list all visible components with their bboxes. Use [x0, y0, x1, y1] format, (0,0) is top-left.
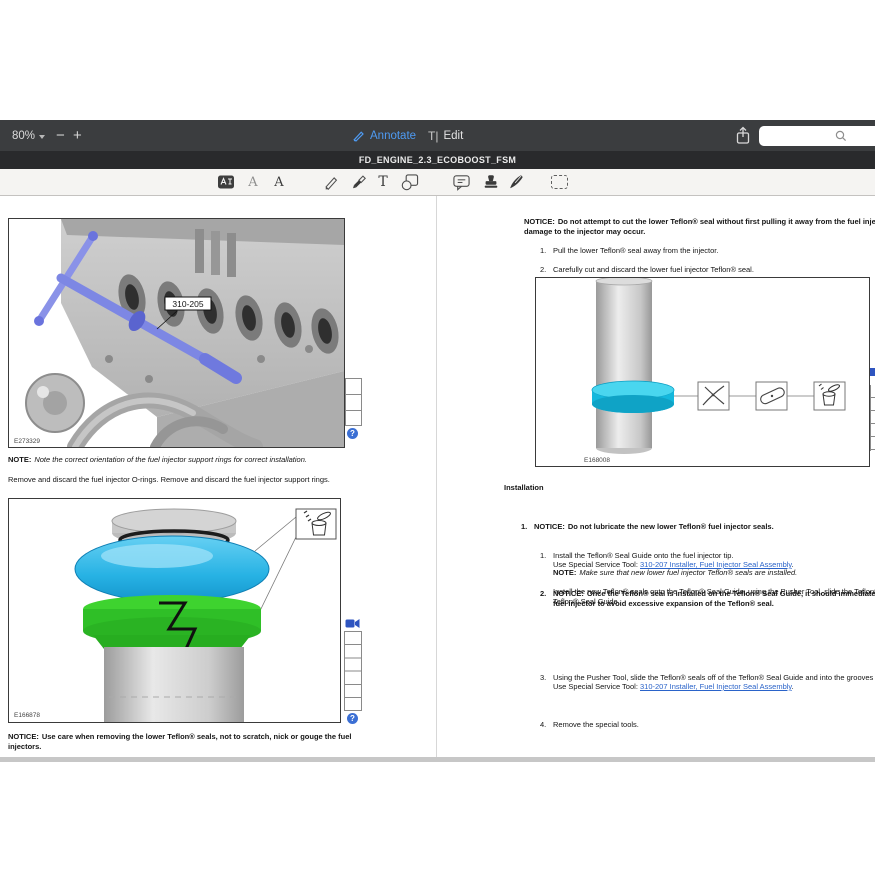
sst-line: Use Special Service Tool: 310-207 Instal…	[553, 682, 875, 692]
note-paragraph: NOTE:Make sure that new lower fuel injec…	[553, 568, 875, 578]
pen-tool-icon[interactable]	[505, 169, 527, 195]
installation-heading: Installation	[504, 483, 544, 493]
video-icon[interactable]	[345, 618, 360, 629]
note-paragraph: NOTE:Note the correct orientation of the…	[8, 455, 307, 465]
body-paragraph: Remove and discard the fuel injector O-r…	[8, 475, 330, 485]
page-right-column: NOTICE:Do not attempt to cut the lower T…	[437, 197, 875, 757]
share-button[interactable]	[735, 126, 751, 146]
note-tool-icon[interactable]	[450, 169, 472, 195]
page-left-column: 310-205 E273329 ? NOTE:Note the correct …	[0, 197, 436, 757]
zoom-level-dropdown[interactable]: 80%	[12, 120, 45, 151]
highlighter-tool-icon[interactable]	[347, 169, 369, 195]
parts-list-widget	[344, 631, 362, 711]
figure-id: E166878	[14, 712, 40, 719]
annotate-label: Annotate	[370, 130, 416, 142]
chevron-down-icon	[39, 135, 45, 139]
list-item: 3. Using the Pusher Tool, slide the Tefl…	[540, 673, 875, 692]
share-icon	[735, 126, 751, 146]
edit-label: Edit	[443, 130, 463, 142]
list-item: 1. NOTICE:Do not lubricate the new lower…	[521, 522, 875, 532]
parts-list-widget	[870, 385, 875, 451]
zoom-in-button[interactable]: +	[73, 120, 82, 151]
figure-id: E168008	[584, 457, 610, 464]
annotate-pencil-icon	[352, 129, 365, 142]
help-icon[interactable]: ?	[347, 713, 358, 724]
tab-edit[interactable]: T| Edit	[428, 120, 463, 151]
help-icon[interactable]: ?	[347, 428, 358, 439]
document-titlebar: FD_ENGINE_2.3_ECOBOOST_FSM	[0, 151, 875, 169]
zoom-out-button[interactable]: −	[56, 120, 65, 151]
figure-id: E273329	[14, 438, 40, 445]
notice-paragraph: NOTICE:Use care when removing the lower …	[8, 732, 366, 751]
tab-annotate[interactable]: Annotate	[352, 120, 416, 151]
text-tool-icon[interactable]: T	[372, 169, 394, 195]
document-title: FD_ENGINE_2.3_ECOBOOST_FSM	[359, 155, 516, 165]
figure-seal-removal: E168008	[535, 277, 870, 467]
sst-link[interactable]: 310-207 Installer, Fuel Injector Seal As…	[640, 682, 792, 691]
markup-toolbar: A A T	[0, 169, 875, 196]
search-icon	[835, 130, 847, 142]
list-item: 2.Carefully cut and discard the lower fu…	[540, 265, 853, 275]
video-icon	[870, 368, 875, 376]
step-text: Using the Pusher Tool, slide the Teflon®…	[553, 673, 875, 683]
page-bottom-edge	[0, 757, 875, 762]
shapes-tool-icon[interactable]	[398, 169, 420, 195]
selection-tool-icon[interactable]	[548, 169, 570, 195]
search-input[interactable]	[765, 126, 829, 146]
list-item: 1.Pull the lower Teflon® seal away from …	[540, 246, 853, 256]
callout-310-205: 310-205	[172, 299, 203, 309]
zoom-level-value: 80%	[12, 130, 35, 142]
text-recognition-icon[interactable]	[215, 169, 237, 195]
font-style-dark-icon[interactable]: A	[268, 169, 290, 195]
parts-list-widget	[345, 378, 362, 426]
top-toolbar: 80% − + Annotate T| Edit	[0, 120, 875, 151]
list-item: 1. Install the Teflon® Seal Guide onto t…	[540, 551, 875, 570]
pencil-tool-icon[interactable]	[320, 169, 342, 195]
text-edit-icon: T|	[428, 129, 438, 143]
figure-injector-seals: E166878	[8, 498, 341, 723]
stamp-tool-icon[interactable]	[480, 169, 502, 195]
figure-engine-tool: 310-205 E273329	[8, 218, 345, 448]
search-field	[759, 126, 875, 146]
notice-paragraph: NOTICE:Do not attempt to cut the lower T…	[524, 217, 875, 236]
body-paragraph: Install the new Teflon® seals onto the T…	[553, 587, 875, 606]
font-style-light-icon[interactable]: A	[242, 169, 264, 195]
list-item: 4.Remove the special tools.	[540, 720, 853, 730]
step-text: Install the Teflon® Seal Guide onto the …	[553, 551, 875, 561]
